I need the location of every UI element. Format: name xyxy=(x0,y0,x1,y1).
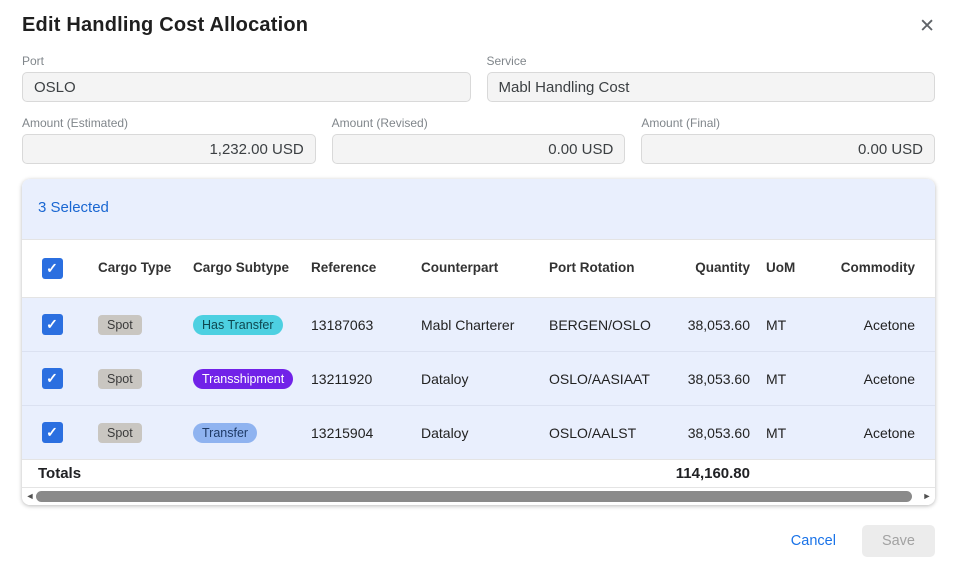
port-rotation-cell: OSLO/AALST xyxy=(541,406,663,460)
scrollbar-thumb[interactable] xyxy=(36,491,912,502)
commodity-cell: Acetone xyxy=(820,352,935,406)
cargo-subtype-badge: Transfer xyxy=(193,423,257,443)
col-header-port-rotation: Port Rotation xyxy=(541,240,663,298)
amount-revised-label: Amount (Revised) xyxy=(332,116,626,130)
cargo-type-badge: Spot xyxy=(98,423,142,443)
totals-quantity: 114,160.80 xyxy=(663,460,758,488)
table-row[interactable]: ✓ Spot Has Transfer 13187063 Mabl Charte… xyxy=(22,298,935,352)
amount-revised-input[interactable] xyxy=(332,134,626,164)
amount-final-group: Amount (Final) xyxy=(641,116,935,164)
col-header-counterpart: Counterpart xyxy=(413,240,541,298)
commodity-cell: Acetone xyxy=(820,298,935,352)
form-row-amounts: Amount (Estimated) Amount (Revised) Amou… xyxy=(22,116,935,164)
reference-cell: 13215904 xyxy=(303,406,413,460)
reference-cell: 13187063 xyxy=(303,298,413,352)
amount-revised-group: Amount (Revised) xyxy=(332,116,626,164)
selection-band: 3 Selected xyxy=(22,179,935,239)
scroll-right-icon[interactable]: ► xyxy=(921,488,933,505)
close-icon[interactable]: ✕ xyxy=(915,13,939,40)
form-row-primary: Port Service xyxy=(22,54,935,102)
row-checkbox[interactable]: ✓ xyxy=(42,368,63,389)
quantity-cell: 38,053.60 xyxy=(663,406,758,460)
uom-cell: MT xyxy=(758,298,820,352)
edit-handling-cost-dialog: Edit Handling Cost Allocation ✕ Port Ser… xyxy=(0,0,957,574)
scrollbar-track[interactable] xyxy=(36,490,921,503)
table-row[interactable]: ✓ Spot Transshipment 13211920 Dataloy OS… xyxy=(22,352,935,406)
allocation-table-card: 3 Selected ✓ Cargo Type Cargo Subtype Re… xyxy=(22,179,935,505)
port-rotation-cell: OSLO/AASIAAT xyxy=(541,352,663,406)
col-header-reference: Reference xyxy=(303,240,413,298)
row-checkbox[interactable]: ✓ xyxy=(42,314,63,335)
row-checkbox[interactable]: ✓ xyxy=(42,422,63,443)
counterpart-cell: Mabl Charterer xyxy=(413,298,541,352)
col-header-commodity: Commodity xyxy=(820,240,935,298)
cargo-subtype-badge: Transshipment xyxy=(193,369,293,389)
service-field-group: Service xyxy=(487,54,936,102)
counterpart-cell: Dataloy xyxy=(413,406,541,460)
totals-row: Totals 114,160.80 xyxy=(22,460,935,488)
scroll-left-icon[interactable]: ◄ xyxy=(24,488,36,505)
select-all-checkbox[interactable]: ✓ xyxy=(42,258,63,279)
quantity-cell: 38,053.60 xyxy=(663,298,758,352)
allocation-table: ✓ Cargo Type Cargo Subtype Reference Cou… xyxy=(22,239,935,488)
cargo-type-badge: Spot xyxy=(98,369,142,389)
selection-count: 3 Selected xyxy=(38,199,109,216)
quantity-cell: 38,053.60 xyxy=(663,352,758,406)
col-header-quantity: Quantity xyxy=(663,240,758,298)
uom-cell: MT xyxy=(758,406,820,460)
table-header-row: ✓ Cargo Type Cargo Subtype Reference Cou… xyxy=(22,240,935,298)
totals-label: Totals xyxy=(22,460,663,488)
port-rotation-cell: BERGEN/OSLO xyxy=(541,298,663,352)
cargo-type-badge: Spot xyxy=(98,315,142,335)
counterpart-cell: Dataloy xyxy=(413,352,541,406)
cargo-subtype-badge: Has Transfer xyxy=(193,315,283,335)
horizontal-scrollbar: ◄ ► xyxy=(22,488,935,505)
uom-cell: MT xyxy=(758,352,820,406)
table-row[interactable]: ✓ Spot Transfer 13215904 Dataloy OSLO/AA… xyxy=(22,406,935,460)
dialog-header: Edit Handling Cost Allocation ✕ xyxy=(22,0,935,40)
amount-estimated-input[interactable] xyxy=(22,134,316,164)
amount-final-input[interactable] xyxy=(641,134,935,164)
amount-estimated-label: Amount (Estimated) xyxy=(22,116,316,130)
dialog-title: Edit Handling Cost Allocation xyxy=(22,14,308,37)
amount-estimated-group: Amount (Estimated) xyxy=(22,116,316,164)
port-label: Port xyxy=(22,54,471,68)
port-input[interactable] xyxy=(22,72,471,102)
col-header-uom: UoM xyxy=(758,240,820,298)
commodity-cell: Acetone xyxy=(820,406,935,460)
reference-cell: 13211920 xyxy=(303,352,413,406)
col-header-cargo-type: Cargo Type xyxy=(90,240,185,298)
port-field-group: Port xyxy=(22,54,471,102)
dialog-footer: Cancel Save xyxy=(22,525,935,557)
service-input[interactable] xyxy=(487,72,936,102)
save-button[interactable]: Save xyxy=(862,525,935,557)
cancel-button[interactable]: Cancel xyxy=(791,533,836,549)
service-label: Service xyxy=(487,54,936,68)
amount-final-label: Amount (Final) xyxy=(641,116,935,130)
col-header-cargo-subtype: Cargo Subtype xyxy=(185,240,303,298)
